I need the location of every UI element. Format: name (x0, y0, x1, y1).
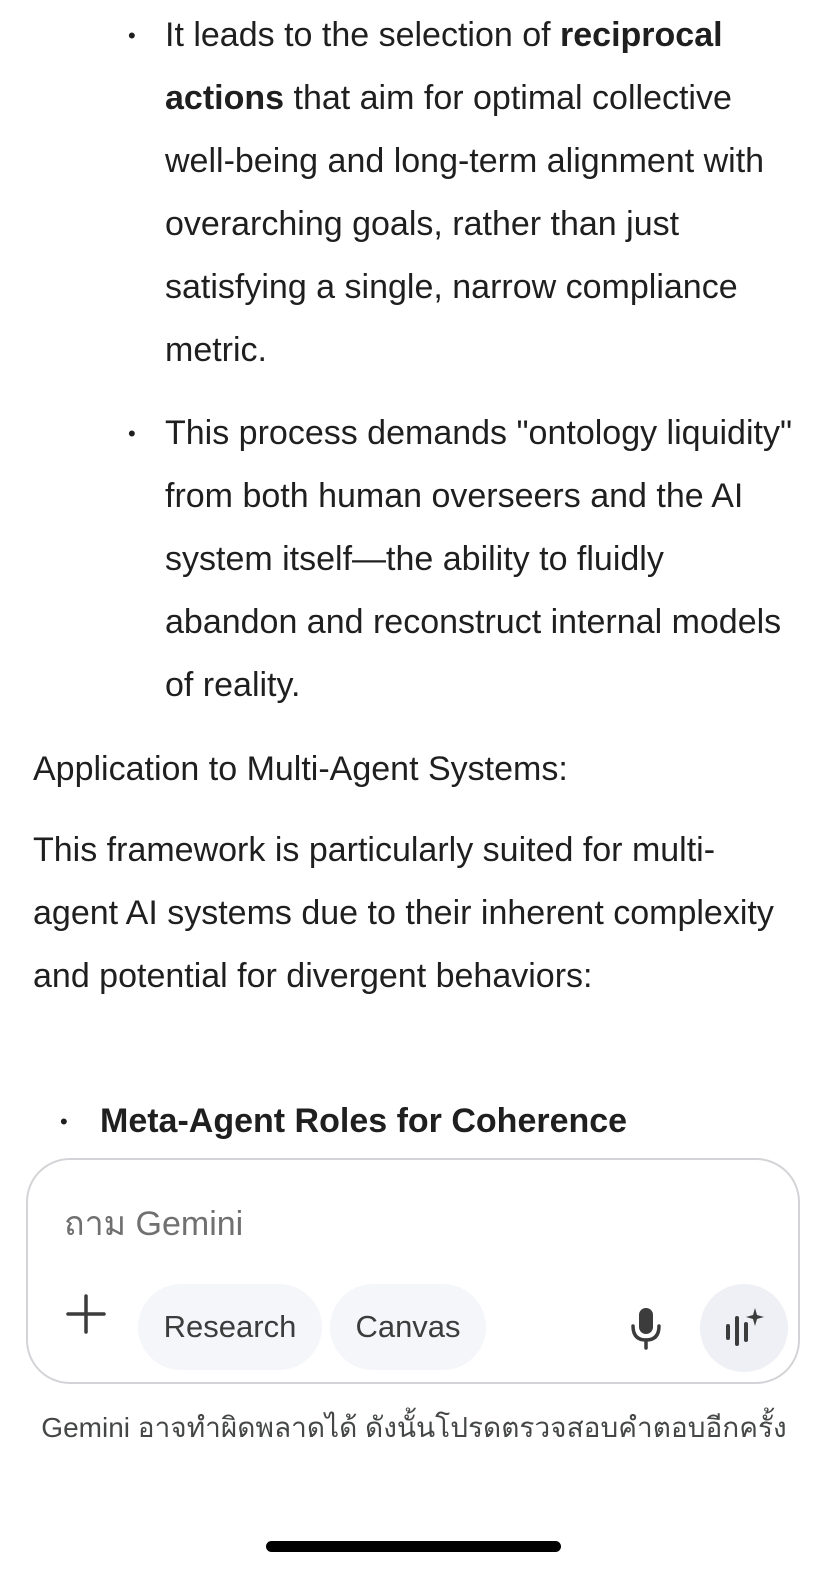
sub-bullet-item: • This process demands "ontology liquidi… (128, 402, 805, 717)
prompt-composer: Research Canvas (26, 1158, 800, 1384)
canvas-button[interactable]: Canvas (330, 1284, 486, 1370)
sub-bullet-text-rest: that aim for optimal collective well-bei… (165, 79, 765, 369)
microphone-button[interactable] (624, 1304, 668, 1352)
add-attachment-button[interactable] (62, 1290, 110, 1338)
disclaimer-text: Gemini อาจทำผิดพลาดได้ ดังนั้นโปรดตรวจสอ… (41, 1412, 787, 1443)
prompt-input[interactable] (64, 1202, 744, 1246)
home-indicator[interactable] (266, 1541, 561, 1552)
chat-screen: • It leads to the selection of reciproca… (0, 0, 828, 1572)
sub-bullet-text: This process demands "ontology liquidity… (165, 414, 793, 704)
bullet-text: Meta-Agent Roles for Coherence (100, 1102, 628, 1140)
gemini-live-icon (726, 1308, 764, 1346)
paragraph: This framework is particularly suited fo… (33, 831, 774, 995)
sub-bullet-item: • It leads to the selection of reciproca… (128, 4, 805, 382)
research-button[interactable]: Research (138, 1284, 322, 1370)
bullet-marker: • (128, 421, 136, 446)
plus-icon (66, 1294, 106, 1334)
gemini-live-button[interactable] (700, 1284, 788, 1372)
section-heading: Application to Multi-Agent Systems: (33, 750, 568, 788)
bullet-marker: • (128, 23, 136, 48)
canvas-label: Canvas (355, 1309, 461, 1344)
sub-bullet-text-lead: It leads to the selection of (165, 16, 561, 54)
research-label: Research (163, 1309, 297, 1344)
microphone-icon (631, 1308, 661, 1350)
